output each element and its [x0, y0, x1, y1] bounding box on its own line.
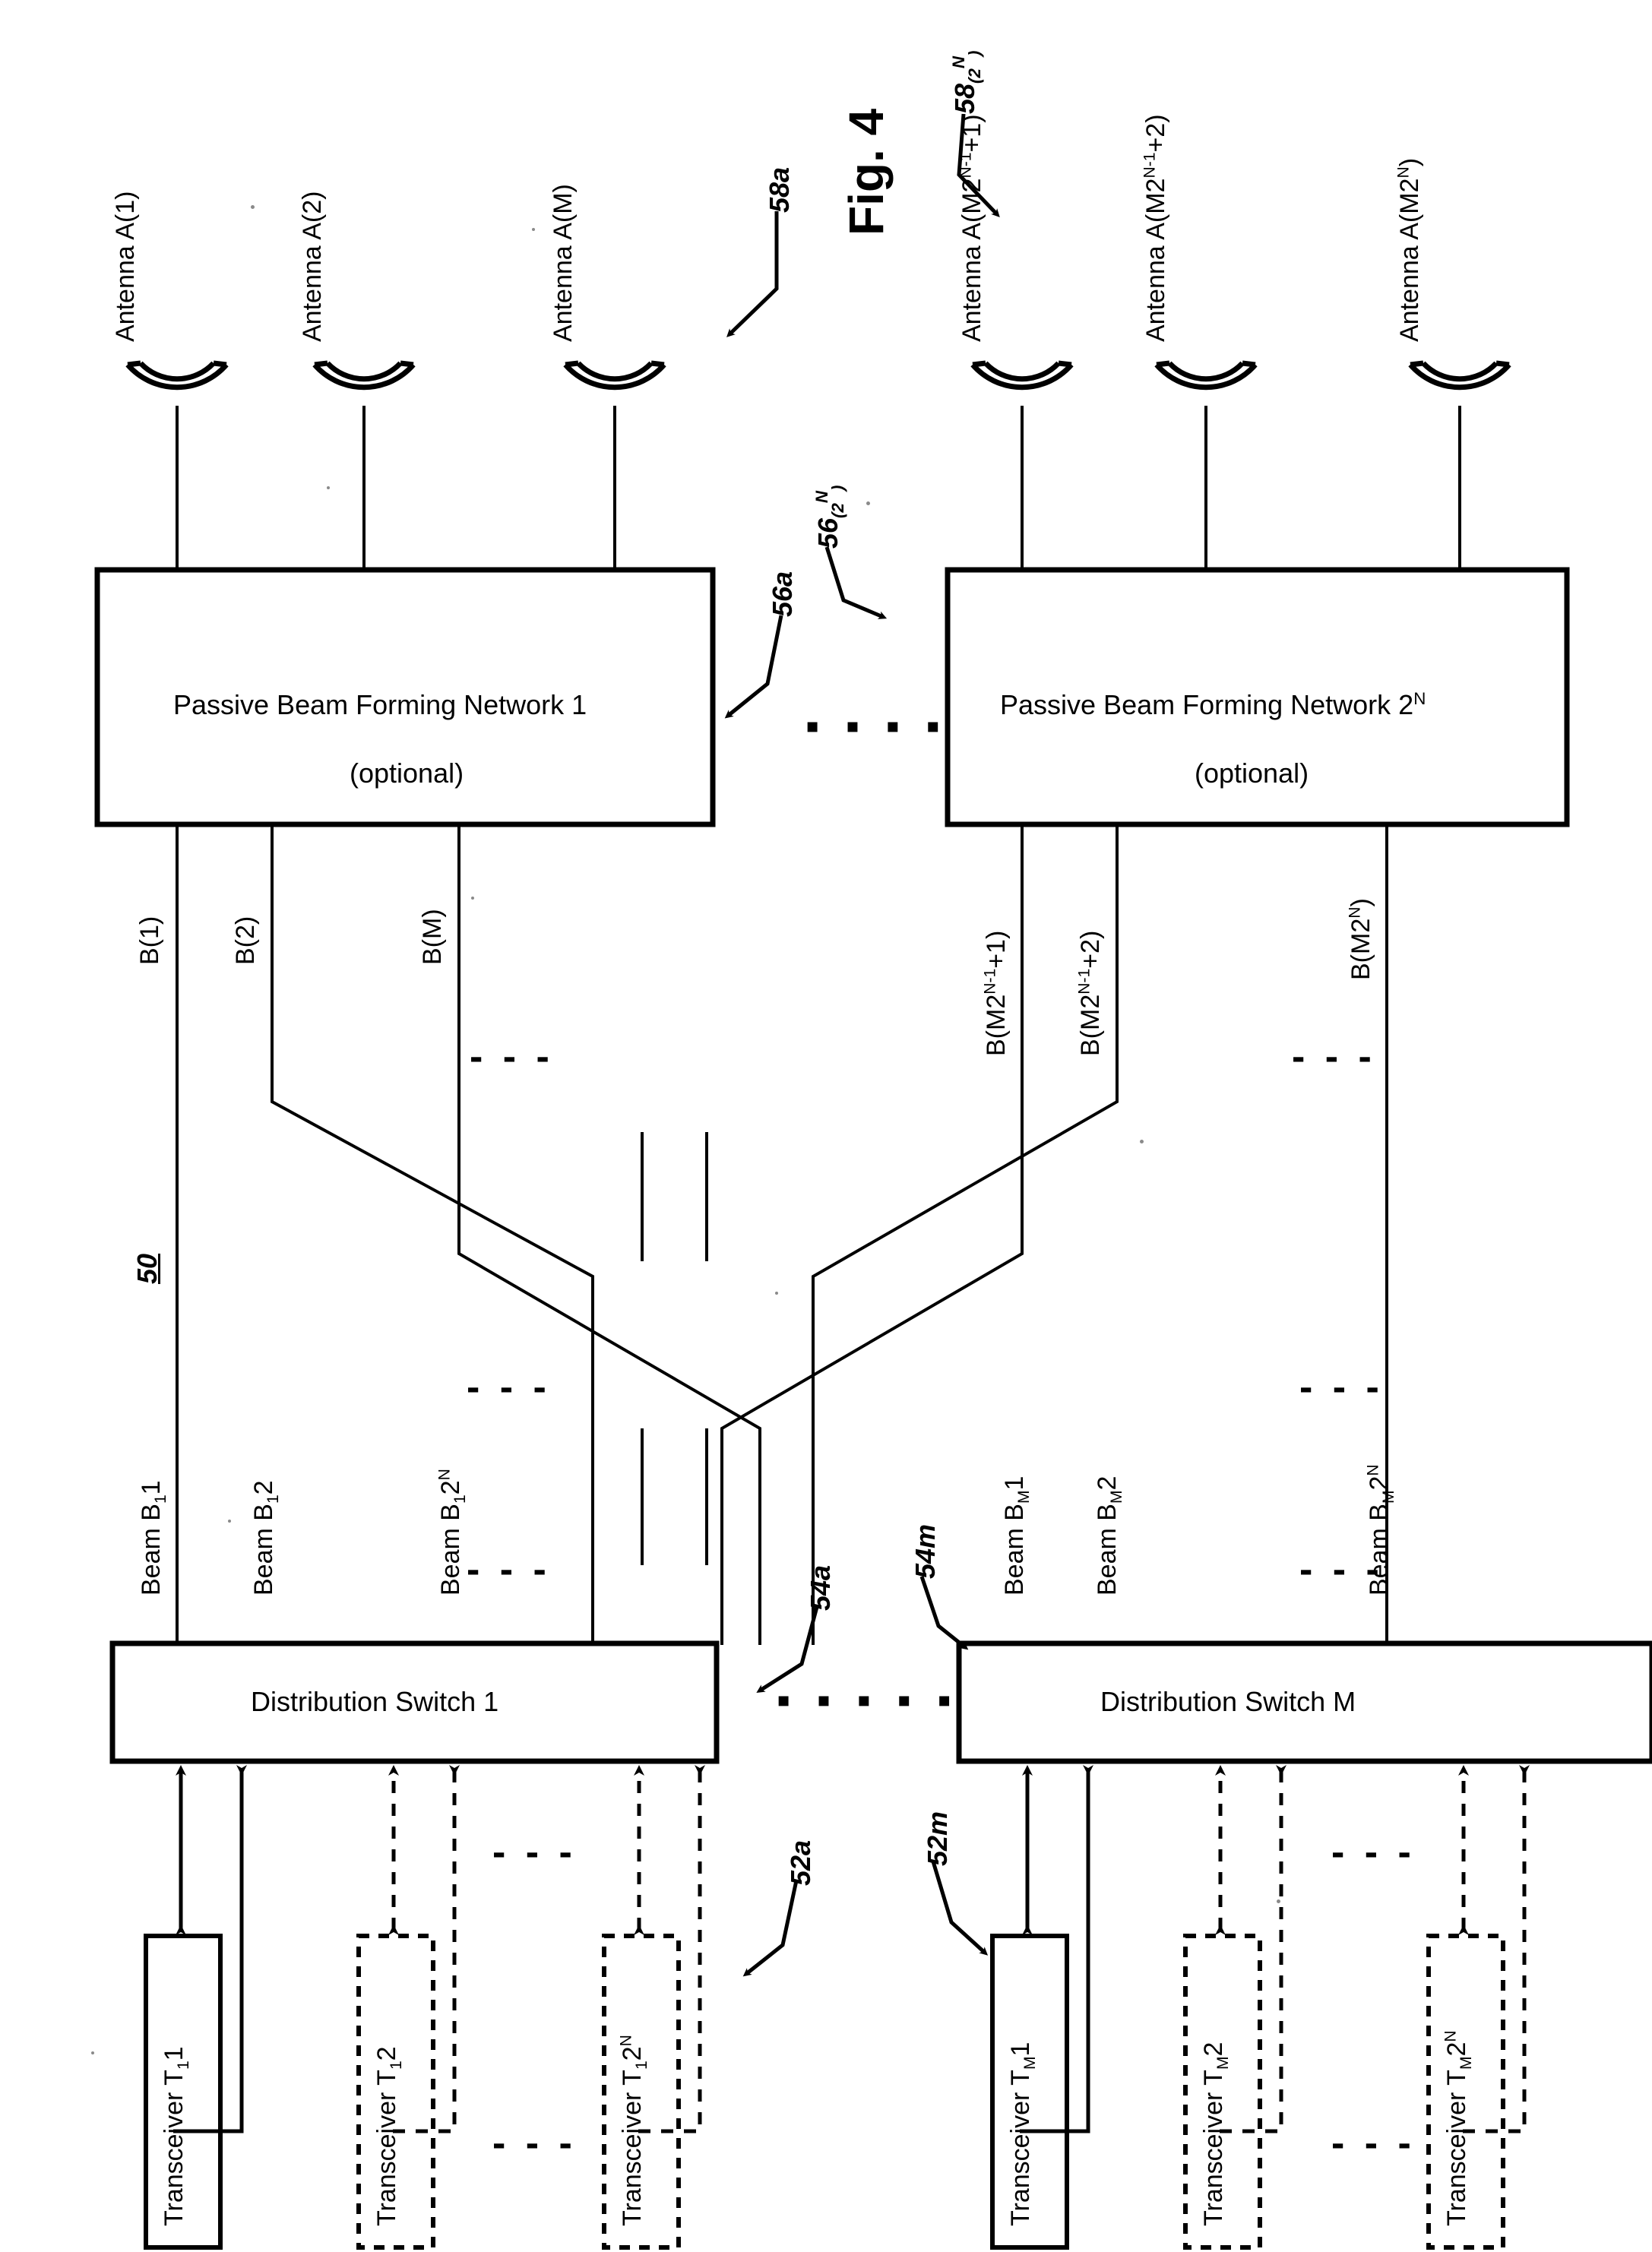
- antenna-dish-group-left: [125, 360, 666, 568]
- antenna-label-right-3: Antenna A(M2N): [1394, 157, 1424, 342]
- reference-58-2N: 58(2N): [949, 50, 985, 114]
- transceiver-label-right-3: Transceiver TM2N: [1442, 2030, 1475, 2226]
- scan-speck: [775, 1292, 778, 1295]
- bfn-port-label-left-1: B(1): [135, 916, 164, 965]
- beam-ellipsis-left-lower: - - -: [467, 1548, 551, 1592]
- antenna-dish-group-right: [970, 360, 1511, 568]
- transceiver-label-left-3: Transceiver T12N: [617, 2035, 650, 2226]
- beam-ellipsis-left-upper: - - -: [467, 1365, 551, 1409]
- beam-crossover-lines: [365, 824, 676, 1645]
- transceiver-ellipsis-left-lower: - - -: [492, 2121, 577, 2165]
- antenna-label-right-2: Antenna A(M2N-1+2): [1141, 114, 1170, 342]
- transceiver-ellipsis-right-upper: - - -: [1331, 1830, 1416, 1874]
- beam-label-right-1: Beam BM1: [1000, 1476, 1033, 1596]
- distribution-switch-continuation-ellipsis: ▪ ▪ ▪ ▪ ▪: [777, 1678, 959, 1722]
- bfn-title-right-text: Passive Beam Forming Network 2: [1000, 689, 1414, 720]
- transceiver-label-left-1: Transceiver T11: [160, 2046, 192, 2226]
- scan-speck: [1140, 1140, 1144, 1143]
- beam-label-left-1: Beam B11: [137, 1480, 169, 1596]
- transceiver-ellipsis-right-lower: - - -: [1331, 2121, 1416, 2165]
- bfn-subtitle-left: (optional): [350, 758, 464, 789]
- bfn-continuation-ellipsis: ▪ ▪ ▪ ▪: [805, 704, 948, 748]
- patent-figure-page: Fig. 4 50 Antenna A(1) Antenna A(2) Ante…: [0, 0, 1652, 2252]
- bfn-port-label-right-3: B(M2N): [1346, 898, 1375, 980]
- scan-speck: [532, 228, 535, 231]
- bfn-subtitle-right: (optional): [1195, 758, 1309, 789]
- distribution-switch-label-right: Distribution Switch M: [1100, 1686, 1356, 1717]
- reference-56-2N: 56(2N): [812, 485, 848, 549]
- beam-label-left-3: Beam B12N: [435, 1469, 469, 1596]
- beam-label-left-2: Beam B12: [249, 1480, 282, 1596]
- reference-52a: 52a: [785, 1839, 816, 1886]
- bfn-port-label-left-3: B(M): [418, 909, 447, 965]
- bfn-port-ellipsis-left: - - -: [470, 1035, 554, 1079]
- reference-58a: 58a: [764, 166, 795, 213]
- figure-caption: Fig. 4: [839, 108, 894, 236]
- reference-52m: 52m: [922, 1811, 953, 1866]
- scan-speck: [866, 501, 870, 505]
- antenna-label-left-2: Antenna A(2): [298, 191, 327, 342]
- reference-54a: 54a: [805, 1564, 836, 1611]
- transceiver-ellipsis-left-upper: - - -: [492, 1830, 577, 1874]
- transceiver-label-left-2: Transceiver T12: [372, 2046, 405, 2226]
- scan-speck: [91, 2051, 94, 2054]
- scan-speck: [471, 897, 474, 900]
- bfn-port-label-left-2: B(2): [231, 916, 260, 965]
- antenna-label-right-1: Antenna A(M2N-1+1): [957, 114, 986, 342]
- bfn-title-right: Passive Beam Forming Network 2N: [1000, 689, 1426, 720]
- bfn-title-right-exponent: N: [1413, 689, 1426, 708]
- antenna-label-left-1: Antenna A(1): [111, 191, 140, 342]
- scan-speck: [327, 486, 330, 489]
- beam-label-right-2: Beam BM2: [1093, 1476, 1125, 1596]
- reference-56a: 56a: [767, 571, 798, 617]
- beam-ellipsis-right-lower: - - -: [1299, 1548, 1384, 1592]
- bfn-port-label-right-2: B(M2N-1+2): [1075, 930, 1105, 1056]
- scan-speck: [251, 205, 255, 209]
- bfn-title-left: Passive Beam Forming Network 1: [173, 689, 587, 720]
- antenna-label-left-3: Antenna A(M): [549, 184, 578, 342]
- reference-54m: 54m: [910, 1523, 941, 1579]
- system-reference-50: 50: [131, 1253, 163, 1284]
- bfn-port-label-right-1: B(M2N-1+1): [981, 930, 1011, 1056]
- distribution-switch-label-left: Distribution Switch 1: [251, 1686, 499, 1717]
- transceiver-label-right-1: Transceiver TM1: [1006, 2042, 1039, 2226]
- scan-speck: [1277, 1899, 1280, 1903]
- bfn-port-ellipsis-right: - - -: [1292, 1035, 1376, 1079]
- scan-speck: [228, 1520, 231, 1523]
- bfn-output-stems: [176, 824, 1388, 1645]
- transceiver-label-right-2: Transceiver TM2: [1199, 2042, 1232, 2226]
- beam-ellipsis-right-upper: - - -: [1299, 1365, 1384, 1409]
